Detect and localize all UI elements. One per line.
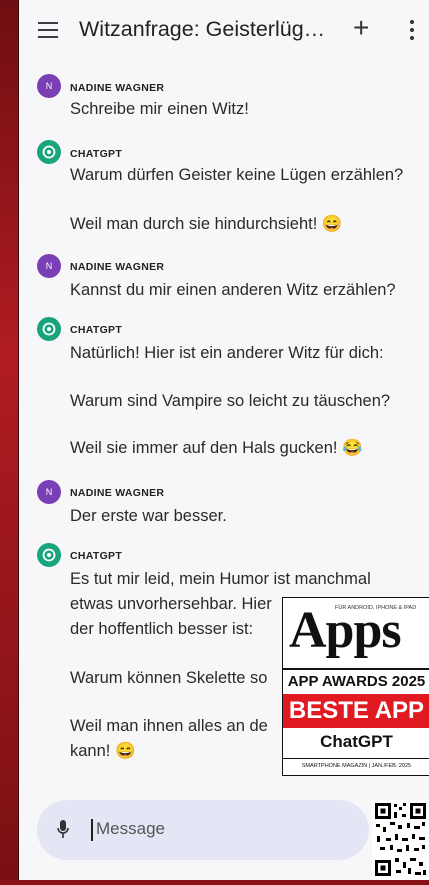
- more-vert-icon[interactable]: [410, 20, 414, 44]
- sender-name: NADINE WAGNER: [70, 82, 165, 94]
- chatgpt-logo-icon: [37, 317, 61, 341]
- message-text: kann! 😄: [70, 742, 136, 760]
- avatar: N: [37, 480, 61, 504]
- app-bar: Witzanfrage: Geisterlüg… +: [19, 0, 429, 64]
- message-text: Weil man ihnen alles an de: [70, 717, 268, 735]
- avatar: N: [37, 74, 61, 98]
- chat-title: Witzanfrage: Geisterlüg…: [79, 17, 326, 41]
- sender-name: CHATGPT: [70, 324, 123, 336]
- message-text: Es tut mir leid, mein Humor ist manchmal: [70, 570, 371, 588]
- message-text: Weil man durch sie hindurchsieht! 😄: [70, 215, 343, 233]
- message-text: Schreibe mir einen Witz!: [70, 100, 249, 118]
- badge-awards: APP AWARDS 2025: [283, 668, 429, 692]
- message-text: der hoffentlich besser ist:: [70, 620, 254, 638]
- message-text: Weil sie immer auf den Hals gucken! 😂: [70, 439, 363, 457]
- message-text: Warum sind Vampire so leicht zu täuschen…: [70, 392, 391, 410]
- message-text: etwas unvorhersehbar. Hier: [70, 595, 272, 613]
- text-cursor: [91, 819, 93, 841]
- award-badge: Apps FÜR ANDROID, IPHONE & IPAD APP AWAR…: [282, 597, 429, 776]
- badge-platforms: FÜR ANDROID, IPHONE & IPAD: [335, 605, 417, 611]
- message-input[interactable]: Message: [96, 819, 165, 839]
- background: [0, 0, 18, 880]
- microphone-icon[interactable]: [57, 819, 69, 841]
- sender-name: NADINE WAGNER: [70, 261, 165, 273]
- sender-name: CHATGPT: [70, 148, 123, 160]
- chatgpt-logo-icon: [37, 140, 61, 164]
- message-text: Warum dürfen Geister keine Lügen erzähle…: [70, 166, 404, 184]
- plus-icon[interactable]: +: [353, 14, 369, 42]
- message-text: Natürlich! Hier ist ein anderer Witz für…: [70, 344, 384, 362]
- sender-name: CHATGPT: [70, 550, 123, 562]
- message-input-bar[interactable]: Message: [37, 800, 369, 860]
- chatgpt-logo-icon: [37, 543, 61, 567]
- sender-name: NADINE WAGNER: [70, 487, 165, 499]
- badge-best-app: BESTE APP: [283, 694, 429, 728]
- message-text: Der erste war besser.: [70, 507, 227, 525]
- message-text: Kannst du mir einen anderen Witz erzähle…: [70, 281, 396, 299]
- qr-code: [372, 800, 429, 880]
- avatar: N: [37, 254, 61, 278]
- badge-magazine: SMARTPHONE MAGAZIN | JAN./FEB. 2025: [283, 758, 429, 769]
- hamburger-menu-icon[interactable]: [38, 22, 58, 38]
- badge-product: ChatGPT: [320, 732, 393, 751]
- message-text: Warum können Skelette so: [70, 669, 268, 687]
